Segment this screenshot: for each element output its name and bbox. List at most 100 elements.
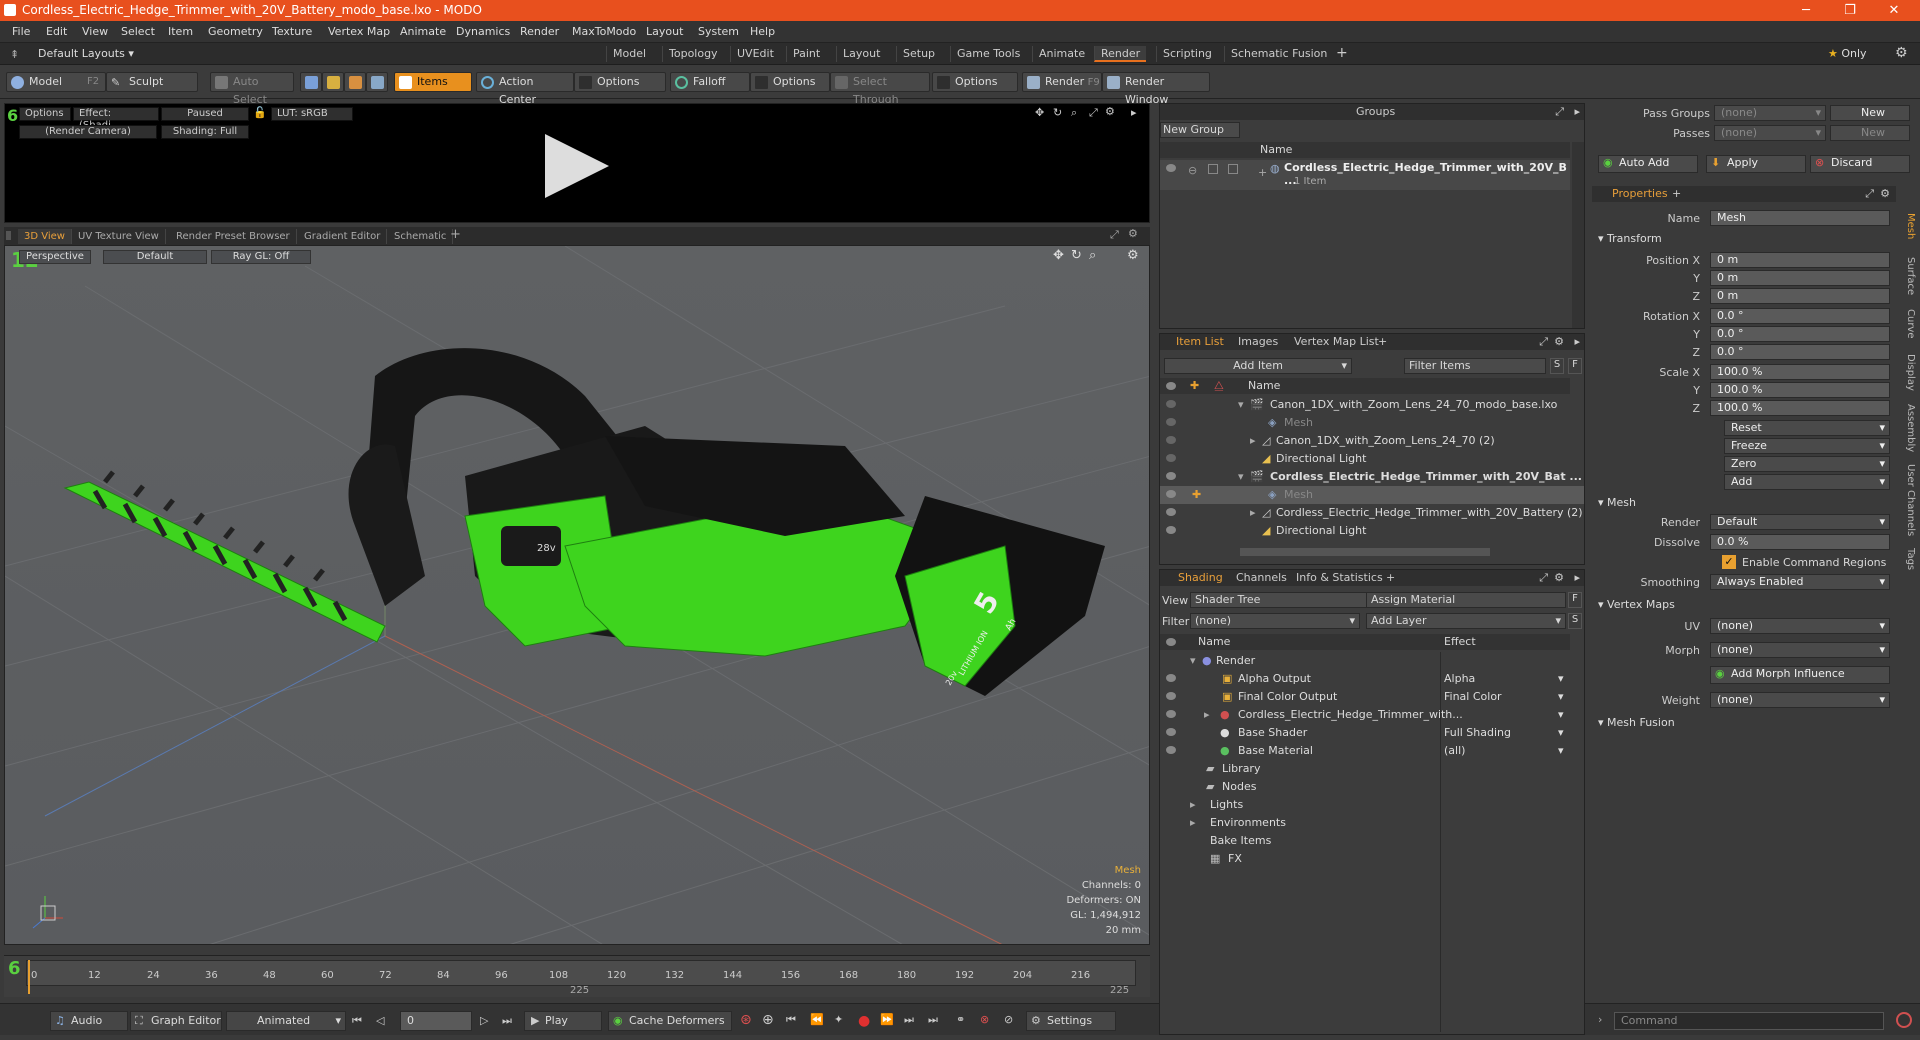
position-y-input[interactable]: 0 m [1710,270,1890,286]
select-toggle-icon[interactable] [1228,164,1238,174]
scrollbar[interactable] [1572,142,1584,328]
s-button[interactable]: S [1568,613,1582,629]
add-tab-icon[interactable]: + [1386,570,1395,586]
transform-section[interactable]: ▾ Transform [1598,232,1662,245]
tab-game-tools[interactable]: Game Tools [950,46,1026,62]
shader-row[interactable]: Bake Items [1160,832,1584,850]
sidetab-user-channels[interactable]: User Channels [1898,460,1916,540]
position-x-input[interactable]: 0 m [1710,252,1890,268]
gear-icon[interactable]: ⚙ [1554,570,1564,586]
shader-row[interactable]: ● Base Material (all) ▾ [1160,742,1584,760]
chevron-down-icon[interactable]: ▾ [1558,706,1564,724]
horizontal-scrollbar[interactable] [1240,548,1490,556]
playhead[interactable] [28,960,30,994]
menu-vertex-map[interactable]: Vertex Map [328,25,390,38]
eye-icon[interactable] [1166,746,1176,754]
add-item-dropdown[interactable]: Add Item ▾ [1164,358,1352,374]
menu-maxtomodo[interactable]: MaxToModo [572,25,636,38]
mesh-fusion-section[interactable]: ▾ Mesh Fusion [1598,716,1675,729]
tab-shading[interactable]: Shading [1178,570,1223,586]
eye-icon[interactable] [1166,490,1176,498]
tab-properties[interactable]: Properties [1612,186,1668,202]
menu-file[interactable]: File [12,25,30,38]
eye-icon[interactable] [1166,454,1176,462]
position-z-input[interactable]: 0 m [1710,288,1890,304]
render-toggle-icon[interactable] [1208,164,1218,174]
add-dropdown[interactable]: Add ▾ [1724,474,1890,490]
menu-help[interactable]: Help [750,25,775,38]
prev-key-alt-icon[interactable]: ⏪ [810,1013,824,1026]
tab-uvedit[interactable]: UVEdit [730,46,780,62]
settings-button[interactable]: ⚙ Settings [1026,1011,1116,1031]
options-button-2[interactable]: Options [750,72,830,92]
tab-render-preset-browser[interactable]: Render Preset Browser [170,229,297,244]
lock-icon[interactable]: ⊖ [1188,164,1197,177]
eye-icon[interactable] [1166,508,1176,516]
scale-x-input[interactable]: 100.0 % [1710,364,1890,380]
list-item[interactable]: ▸ ◿ Canon_1DX_with_Zoom_Lens_24_70 (2) [1160,432,1584,450]
assign-material-button[interactable]: Assign Material [1366,592,1566,608]
sidetab-display[interactable]: Display [1898,348,1916,396]
shader-row[interactable]: ▸ Environments [1160,814,1584,832]
polygon-mode-button[interactable] [344,72,366,92]
tab-topology[interactable]: Topology [662,46,724,62]
shader-row[interactable]: ▣ Final Color Output Final Color ▾ [1160,688,1584,706]
tab-render[interactable]: Render [1094,46,1147,62]
menu-animate[interactable]: Animate [400,25,446,38]
eye-icon[interactable] [1166,164,1176,172]
eye-icon[interactable] [1166,710,1176,718]
add-tab-icon[interactable]: + [1672,186,1681,202]
tab-schematic[interactable]: Schematic [388,229,454,244]
falloff-button[interactable]: Falloff [670,72,750,92]
shader-row[interactable]: ▣ Alpha Output Alpha ▾ [1160,670,1584,688]
discard-button[interactable]: ⊗ Discard [1810,155,1910,173]
3d-viewport[interactable]: 12 Perspective Default Ray GL: Off ✥ ↻ ⌕… [4,245,1150,945]
gear-icon[interactable]: ⚙ [1554,334,1564,350]
eye-icon[interactable] [1166,692,1176,700]
shader-row[interactable]: ▰ Library [1160,760,1584,778]
effect-dropdown[interactable]: Effect: (Shadi... [73,107,159,131]
tab-schematic-fusion[interactable]: Schematic Fusion [1224,46,1333,62]
record-icon[interactable]: ● [858,1013,870,1029]
sim-reset-icon[interactable]: ⊘ [1004,1013,1013,1026]
sim-icon[interactable]: ⚭ [956,1013,965,1026]
tab-vertex-map-list[interactable]: Vertex Map List [1294,334,1379,350]
tab-scripting[interactable]: Scripting [1156,46,1218,62]
auto-select-button[interactable]: Auto Select [210,72,294,106]
audio-button[interactable]: ♫ Audio [50,1011,128,1031]
tab-channels[interactable]: Channels [1236,570,1287,586]
chevron-down-icon[interactable]: ▾ [1558,670,1564,688]
shader-row[interactable]: ▸ Lights [1160,796,1584,814]
menu-geometry[interactable]: Geometry [208,25,263,38]
render-dropdown[interactable]: Default ▾ [1710,514,1890,530]
expand-icon[interactable]: ▸ [1574,570,1580,586]
mesh-section[interactable]: ▾ Mesh [1598,496,1636,509]
list-item[interactable]: ◈ Mesh [1160,414,1584,432]
add-tab-icon[interactable]: + [1378,334,1387,350]
freeze-dropdown[interactable]: Freeze ▾ [1724,438,1890,454]
rotation-z-input[interactable]: 0.0 ° [1710,344,1890,360]
menu-item[interactable]: Item [168,25,193,38]
graph-editor-button[interactable]: ⛶ Graph Editor [130,1011,222,1031]
cache-deformers-button[interactable]: ◉ Cache Deformers [608,1011,732,1031]
shader-row[interactable]: ▸ ● Cordless_Electric_Hedge_Trimmer_with..… [1160,706,1584,724]
expand-icon[interactable]: ▸ [1574,334,1580,350]
model-button[interactable]: Model F2 [6,72,106,92]
render-preview[interactable]: 6 Options Effect: (Shadi... Paused 🔓 LUT… [4,103,1150,223]
eye-icon[interactable] [1166,472,1176,480]
zero-dropdown[interactable]: Zero ▾ [1724,456,1890,472]
key-icon[interactable]: ⊛ [740,1012,752,1028]
gear-icon[interactable]: ⚙ [1128,227,1138,240]
action-center-button[interactable]: Action Center [476,72,574,106]
zoom-icon[interactable]: ⌕ [1071,106,1077,120]
play-button[interactable]: ▶ Play [524,1011,602,1031]
add-tab-icon[interactable]: + [1336,45,1348,61]
prev-key-icon[interactable]: ⏮ [786,1013,796,1027]
eye-icon[interactable] [1166,674,1176,682]
rotation-y-input[interactable]: 0.0 ° [1710,326,1890,342]
next-frame-icon[interactable]: ▷ [480,1014,488,1027]
expand-icon[interactable]: ▾ [1238,396,1244,414]
tab-gradient-editor[interactable]: Gradient Editor [298,229,388,244]
list-item[interactable]: ▾ 🎬 Canon_1DX_with_Zoom_Lens_24_70_modo_ba… [1160,396,1584,414]
prev-frame-icon[interactable]: ◁ [376,1014,384,1027]
